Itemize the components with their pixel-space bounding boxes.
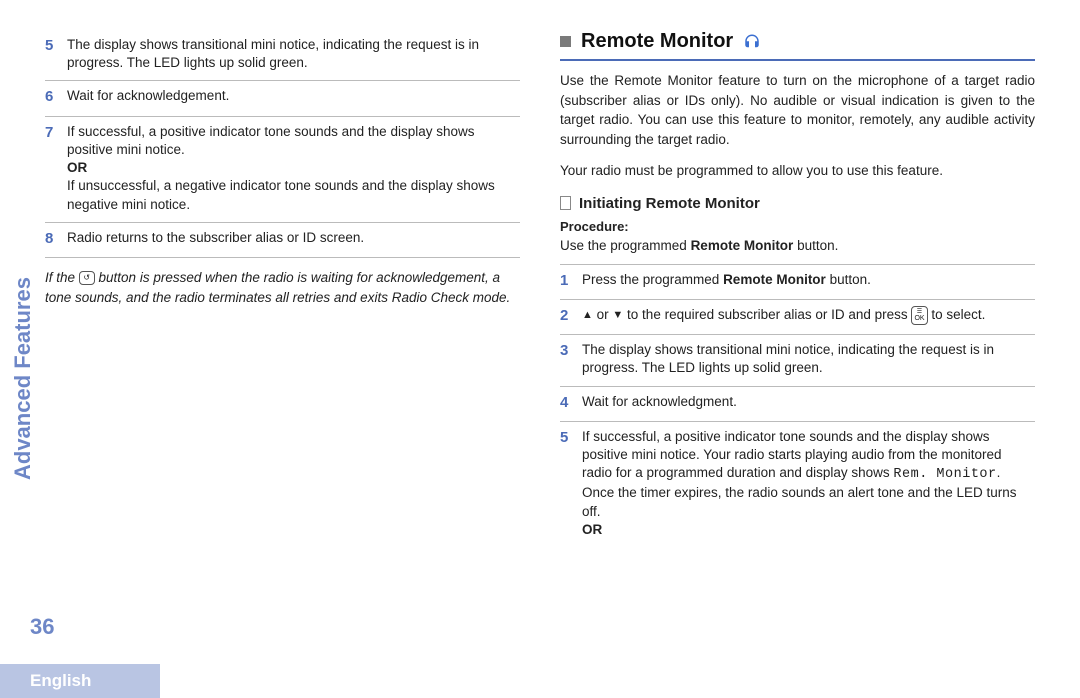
step-5: 5 The display shows transitional mini no… bbox=[45, 30, 520, 81]
ok-button-icon: ☰OK bbox=[911, 306, 927, 325]
subheading-bullet-icon bbox=[560, 196, 571, 210]
note-text: If the ↺ button is pressed when the radi… bbox=[45, 268, 520, 309]
step-number: 5 bbox=[560, 428, 578, 448]
left-column: 5 The display shows transitional mini no… bbox=[45, 30, 520, 547]
step-text: Wait for acknowledgment. bbox=[582, 393, 1035, 411]
step-text: The display shows transitional mini noti… bbox=[582, 341, 1035, 377]
rstep-5: 5 If successful, a positive indicator to… bbox=[560, 422, 1035, 547]
step-number: 3 bbox=[560, 341, 578, 361]
or-label: OR bbox=[67, 160, 87, 175]
section-heading: Remote Monitor bbox=[560, 30, 1035, 61]
back-button-icon: ↺ bbox=[79, 271, 95, 285]
sidebar-section-label: Advanced Features bbox=[10, 277, 36, 480]
section-title: Remote Monitor bbox=[581, 30, 733, 53]
rstep-3: 3 The display shows transitional mini no… bbox=[560, 335, 1035, 386]
step-number: 8 bbox=[45, 229, 63, 249]
step-7: 7 If successful, a positive indicator to… bbox=[45, 117, 520, 223]
or-label: OR bbox=[582, 522, 602, 537]
intro-paragraph-2: Your radio must be programmed to allow y… bbox=[560, 161, 1035, 181]
procedure-intro: Procedure: Use the programmed Remote Mon… bbox=[560, 218, 1035, 265]
headset-icon bbox=[743, 33, 761, 51]
heading-bullet-icon bbox=[560, 36, 571, 47]
step-number: 1 bbox=[560, 271, 578, 291]
step-text: The display shows transitional mini noti… bbox=[67, 36, 520, 72]
subheading-title: Initiating Remote Monitor bbox=[579, 195, 760, 212]
rstep-2: 2 ▲ or ▼ to the required subscriber alia… bbox=[560, 300, 1035, 335]
step-number: 7 bbox=[45, 123, 63, 143]
step-text: Press the programmed Remote Monitor butt… bbox=[582, 271, 1035, 289]
right-column: Remote Monitor Use the Remote Monitor fe… bbox=[560, 30, 1035, 547]
procedure-label: Procedure: bbox=[560, 219, 629, 234]
step-text: Radio returns to the subscriber alias or… bbox=[67, 229, 520, 247]
step-8: 8 Radio returns to the subscriber alias … bbox=[45, 223, 520, 258]
rstep-4: 4 Wait for acknowledgment. bbox=[560, 387, 1035, 422]
intro-paragraph-1: Use the Remote Monitor feature to turn o… bbox=[560, 71, 1035, 149]
step-text: ▲ or ▼ to the required subscriber alias … bbox=[582, 306, 1035, 325]
language-label: English bbox=[30, 671, 91, 691]
page-content: 5 The display shows transitional mini no… bbox=[0, 0, 1080, 547]
language-bar: English bbox=[0, 664, 160, 698]
step-text: Wait for acknowledgement. bbox=[67, 87, 520, 105]
subheading: Initiating Remote Monitor bbox=[560, 195, 1035, 212]
rstep-1: 1 Press the programmed Remote Monitor bu… bbox=[560, 265, 1035, 300]
page-number: 36 bbox=[30, 614, 54, 640]
step-6: 6 Wait for acknowledgement. bbox=[45, 81, 520, 116]
step-number: 2 bbox=[560, 306, 578, 326]
step-text: If successful, a positive indicator tone… bbox=[582, 428, 1035, 539]
display-code: Rem. Monitor bbox=[893, 467, 996, 482]
step-text: If successful, a positive indicator tone… bbox=[67, 123, 520, 214]
up-arrow-icon: ▲ bbox=[582, 308, 593, 323]
step-number: 4 bbox=[560, 393, 578, 413]
step-number: 5 bbox=[45, 36, 63, 56]
step-number: 6 bbox=[45, 87, 63, 107]
down-arrow-icon: ▼ bbox=[612, 308, 623, 323]
